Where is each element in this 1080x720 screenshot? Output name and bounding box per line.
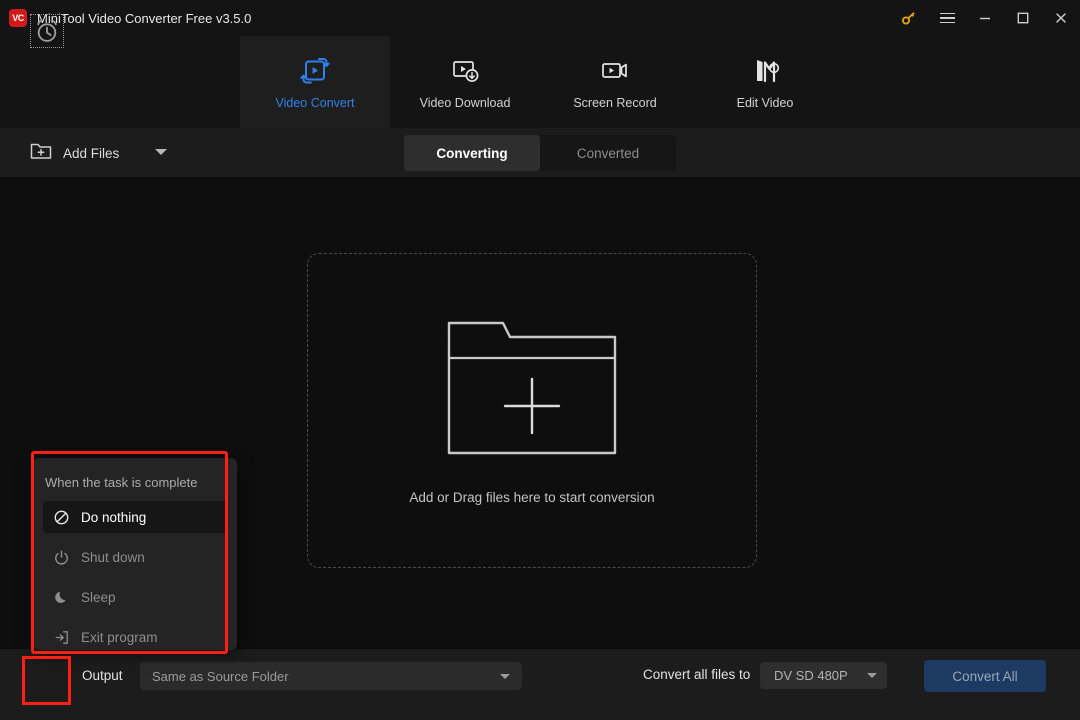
convert-all-files-to-label: Convert all files to	[643, 667, 751, 682]
maximize-icon[interactable]	[1004, 0, 1042, 36]
moon-icon	[53, 589, 69, 605]
tab-edit-video[interactable]: Edit Video	[690, 36, 840, 128]
task-complete-menu-header: When the task is complete	[45, 475, 198, 490]
output-folder-select[interactable]: Same as Source Folder	[140, 662, 522, 690]
exit-arrow-icon	[53, 629, 69, 645]
chevron-down-icon	[867, 673, 877, 678]
tab-video-download[interactable]: Video Download	[390, 36, 540, 128]
main-nav: Video Convert Video Download Screen Reco…	[0, 36, 1080, 128]
tab-video-convert[interactable]: Video Convert	[240, 36, 390, 128]
menu-item-label: Exit program	[81, 629, 158, 645]
window-title: MiniTool Video Converter Free v3.5.0	[37, 10, 252, 26]
folder-plus-icon	[30, 141, 52, 166]
hamburger-icon[interactable]	[928, 0, 966, 36]
dropzone-text: Add or Drag files here to start conversi…	[409, 489, 655, 505]
close-icon[interactable]	[1042, 0, 1080, 36]
app-window: VC MiniTool Video Converter Free v3.5.0	[0, 0, 1080, 720]
add-files-button[interactable]: Add Files	[30, 141, 119, 166]
output-format-select[interactable]: DV SD 480P	[760, 662, 887, 689]
converting-converted-segmented-control: Converting Converted	[404, 135, 676, 171]
output-folder-value: Same as Source Folder	[152, 668, 289, 684]
menu-item-do-nothing[interactable]: Do nothing	[43, 501, 227, 533]
add-files-label: Add Files	[63, 146, 120, 161]
edit-video-icon	[749, 55, 781, 87]
folder-plus-large-icon	[446, 317, 618, 462]
convert-all-button[interactable]: Convert All	[924, 660, 1046, 692]
menu-item-label: Shut down	[81, 549, 145, 565]
screen-record-icon	[599, 55, 631, 87]
tab-converted[interactable]: Converted	[540, 135, 676, 171]
key-icon[interactable]	[890, 0, 928, 36]
tab-label: Video Download	[419, 95, 511, 110]
menu-item-exit-program[interactable]: Exit program	[43, 621, 227, 653]
video-convert-icon	[299, 55, 331, 87]
tab-label: Video Convert	[275, 95, 355, 110]
output-format-value: DV SD 480P	[774, 668, 848, 683]
alarm-clock-icon[interactable]	[31, 15, 63, 47]
power-icon	[53, 549, 69, 565]
video-download-icon	[449, 55, 481, 87]
task-complete-menu: When the task is complete Do nothing Shu…	[33, 458, 237, 650]
file-dropzone[interactable]: Add or Drag files here to start conversi…	[307, 253, 757, 568]
chevron-down-icon	[500, 673, 510, 679]
menu-item-label: Sleep	[81, 589, 116, 605]
app-logo: VC	[9, 9, 27, 27]
menu-item-label: Do nothing	[81, 509, 147, 525]
tab-converting[interactable]: Converting	[404, 135, 540, 171]
tab-screen-record[interactable]: Screen Record	[540, 36, 690, 128]
window-controls	[890, 0, 1080, 36]
minimize-icon[interactable]	[966, 0, 1004, 36]
ban-icon	[53, 509, 69, 525]
menu-item-sleep[interactable]: Sleep	[43, 581, 227, 613]
tab-label: Screen Record	[573, 95, 657, 110]
tab-label: Edit Video	[736, 95, 794, 110]
add-files-dropdown-caret-icon[interactable]	[155, 149, 167, 155]
menu-item-shut-down[interactable]: Shut down	[43, 541, 227, 573]
title-bar: VC MiniTool Video Converter Free v3.5.0	[0, 0, 1080, 36]
output-label: Output	[82, 668, 123, 683]
